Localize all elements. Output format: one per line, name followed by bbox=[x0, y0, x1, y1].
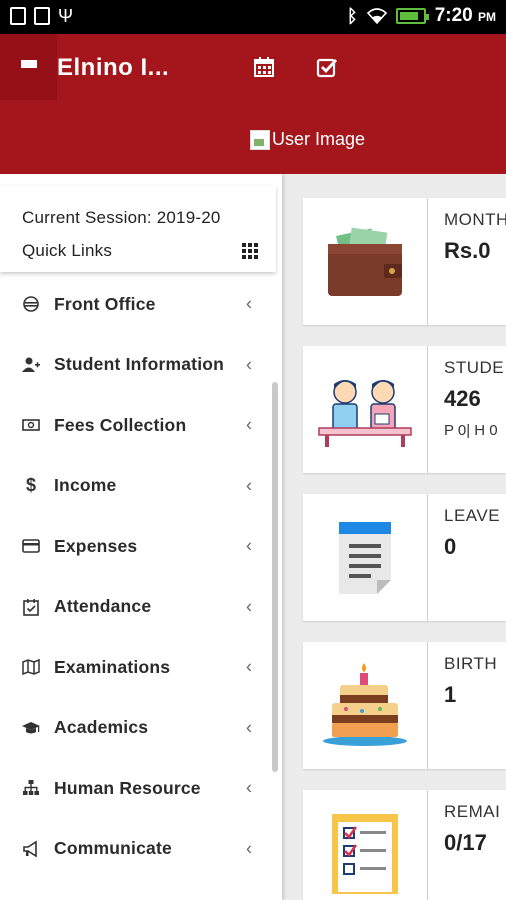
wallet-icon bbox=[303, 198, 428, 325]
sidebar: Current Session: 2019-20 Quick Links Fro… bbox=[0, 174, 282, 900]
student-add-icon bbox=[22, 356, 40, 374]
card-birthday[interactable]: BIRTH 1 bbox=[303, 642, 506, 769]
chevron-left-icon: ‹ bbox=[246, 838, 252, 859]
front-office-icon bbox=[22, 295, 40, 313]
wifi-icon bbox=[366, 8, 387, 24]
card-monthly[interactable]: MONTH Rs.0 bbox=[303, 198, 506, 325]
current-session: Current Session: 2019-20 bbox=[22, 208, 221, 227]
sidebar-item-label: Student Information bbox=[54, 354, 225, 375]
students-icon bbox=[303, 346, 428, 473]
money-icon bbox=[22, 416, 40, 434]
chevron-left-icon: ‹ bbox=[246, 717, 252, 738]
chevron-left-icon: ‹ bbox=[246, 535, 252, 556]
sidebar-item-human-resource[interactable]: Human Resource ‹ bbox=[0, 758, 276, 819]
checkbox-icon[interactable] bbox=[316, 56, 338, 78]
sidebar-menu: Front Office ‹ Student Information ‹ Fee… bbox=[0, 274, 276, 879]
card-label: REMAI bbox=[444, 802, 501, 821]
battery-icon bbox=[395, 8, 429, 24]
sidebar-scrollbar[interactable] bbox=[272, 382, 278, 772]
app-header: Elnino I... User Image bbox=[0, 34, 506, 174]
sidebar-item-student-information[interactable]: Student Information ‹ bbox=[0, 335, 276, 396]
status-right: ᛒ 7:20 PM bbox=[347, 5, 496, 27]
card-label: STUDE bbox=[444, 358, 505, 377]
chevron-left-icon: ‹ bbox=[246, 354, 252, 375]
chevron-left-icon: ‹ bbox=[246, 475, 252, 496]
sidebar-item-label: Expenses bbox=[54, 535, 138, 556]
sidebar-item-expenses[interactable]: Expenses ‹ bbox=[0, 516, 276, 577]
card-value: 426 bbox=[444, 386, 481, 411]
card-value: Rs.0 bbox=[444, 238, 491, 263]
sidebar-item-label: Fees Collection bbox=[54, 414, 187, 435]
sidebar-item-income[interactable]: $ Income ‹ bbox=[0, 456, 276, 517]
card-label: BIRTH bbox=[444, 654, 498, 673]
usb-icon: Ψ bbox=[58, 6, 74, 26]
notification-icon bbox=[10, 7, 26, 25]
card-students[interactable]: STUDE 426 P 0| H 0 bbox=[303, 346, 506, 473]
sidebar-item-label: Academics bbox=[54, 717, 149, 738]
chevron-left-icon: ‹ bbox=[246, 596, 252, 617]
sidebar-item-label: Front Office bbox=[54, 293, 156, 314]
calendar-icon[interactable] bbox=[253, 56, 275, 78]
battery-fill bbox=[399, 12, 418, 20]
sidebar-item-attendance[interactable]: Attendance ‹ bbox=[0, 577, 276, 638]
sidebar-item-academics[interactable]: Academics ‹ bbox=[0, 698, 276, 759]
chevron-left-icon: ‹ bbox=[246, 777, 252, 798]
card-label: LEAVE bbox=[444, 506, 501, 525]
dashboard-cards: MONTH Rs.0 STUDE 426 P 0| H 0 LEAVE 0 BI… bbox=[303, 198, 506, 900]
chevron-left-icon: ‹ bbox=[246, 656, 252, 677]
card-label: MONTH bbox=[444, 210, 506, 229]
card-subtext: P 0| H 0 bbox=[444, 422, 498, 439]
sidebar-item-label: Communicate bbox=[54, 838, 172, 859]
grid-icon[interactable] bbox=[242, 243, 258, 259]
chevron-left-icon: ‹ bbox=[246, 293, 252, 314]
status-left-icons: Ψ bbox=[10, 7, 73, 25]
card-remaining[interactable]: REMAI 0/17 bbox=[303, 790, 506, 900]
calendar-check-icon bbox=[22, 598, 40, 616]
bluetooth-icon: ᛒ bbox=[346, 5, 358, 26]
card-value: 0/17 bbox=[444, 830, 487, 855]
card-value: 0 bbox=[444, 534, 457, 559]
document-icon bbox=[303, 494, 428, 621]
sidebar-item-label: Income bbox=[54, 475, 117, 496]
gallery-notification-icon bbox=[34, 7, 50, 25]
credit-card-icon bbox=[22, 537, 40, 555]
cake-icon bbox=[303, 642, 428, 769]
sidebar-item-examinations[interactable]: Examinations ‹ bbox=[0, 637, 276, 698]
app-title: Elnino I... bbox=[57, 54, 170, 81]
dollar-icon: $ bbox=[25, 475, 36, 496]
clock: 7:20 PM bbox=[434, 5, 496, 26]
graduation-cap-icon bbox=[22, 719, 40, 737]
quick-links-label[interactable]: Quick Links bbox=[22, 241, 276, 261]
user-image[interactable]: User Image bbox=[250, 129, 365, 150]
checklist-icon bbox=[303, 790, 428, 900]
sidebar-item-communicate[interactable]: Communicate ‹ bbox=[0, 819, 276, 880]
chevron-left-icon: ‹ bbox=[246, 414, 252, 435]
sidebar-item-label: Human Resource bbox=[54, 777, 201, 798]
sidebar-item-fees-collection[interactable]: Fees Collection ‹ bbox=[0, 395, 276, 456]
broken-image-icon bbox=[250, 129, 270, 150]
sidebar-item-front-office[interactable]: Front Office ‹ bbox=[0, 274, 276, 335]
card-value: 1 bbox=[444, 682, 457, 707]
sitemap-icon bbox=[22, 779, 40, 797]
map-icon bbox=[22, 658, 40, 676]
card-leave[interactable]: LEAVE 0 bbox=[303, 494, 506, 621]
user-image-alt-text: User Image bbox=[272, 129, 366, 149]
sidebar-item-label: Attendance bbox=[54, 596, 152, 617]
bullhorn-icon bbox=[22, 840, 40, 858]
menu-icon bbox=[20, 60, 37, 74]
sidebar-item-label: Examinations bbox=[54, 656, 171, 677]
menu-button[interactable] bbox=[0, 34, 57, 100]
session-panel: Current Session: 2019-20 Quick Links bbox=[0, 186, 276, 272]
status-bar: Ψ ᛒ 7:20 PM bbox=[0, 0, 506, 34]
